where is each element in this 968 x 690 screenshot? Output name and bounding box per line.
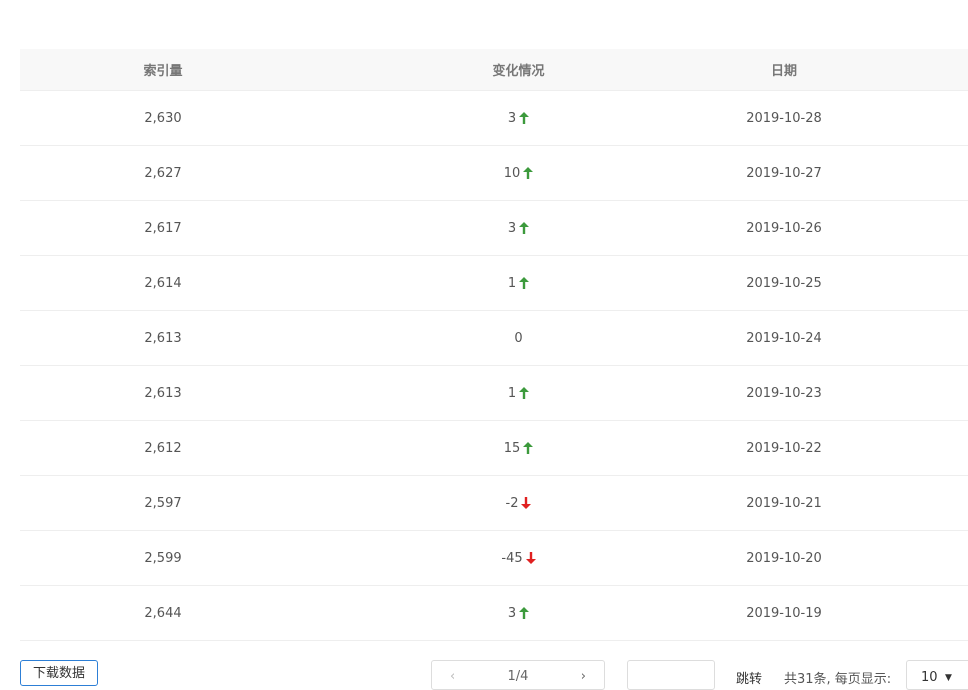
- index-cell: 2,613: [144, 330, 182, 346]
- date-cell: 2019-10-28: [746, 110, 822, 126]
- index-cell: 2,612: [144, 440, 182, 456]
- download-data-button[interactable]: 下载数据: [20, 660, 98, 686]
- table-row: 2,644 3 2019-10-19: [20, 586, 968, 641]
- change-value: 3: [507, 220, 517, 236]
- index-cell: 2,599: [144, 550, 182, 566]
- date-cell: 2019-10-19: [746, 605, 822, 621]
- date-cell: 2019-10-26: [746, 220, 822, 236]
- index-table: 索引量 变化情况 日期 2,630 3 2019-10-28 2,627 10 2019-…: [20, 49, 968, 641]
- header-change: 变化情况: [492, 64, 545, 79]
- table-row: 2,627 10 2019-10-27: [20, 146, 968, 201]
- date-cell: 2019-10-22: [746, 440, 822, 456]
- arrow-down-icon: [521, 497, 532, 509]
- index-cell: 2,627: [144, 165, 182, 181]
- table-row: 2,599 -45 2019-10-20: [20, 531, 968, 586]
- date-cell: 2019-10-21: [746, 495, 822, 511]
- change-value: -45: [501, 550, 523, 566]
- index-cell: 2,630: [144, 110, 182, 126]
- table-row: 2,612 15 2019-10-22: [20, 421, 968, 476]
- change-value: 1: [507, 275, 517, 291]
- change-value: 3: [507, 110, 517, 126]
- next-page-icon[interactable]: ›: [581, 669, 586, 684]
- change-cell: 10: [306, 166, 731, 181]
- date-cell: 2019-10-20: [746, 550, 822, 566]
- date-cell: 2019-10-23: [746, 385, 822, 401]
- arrow-up-icon: [523, 167, 534, 179]
- index-cell: 2,613: [144, 385, 182, 401]
- change-cell: 1: [306, 386, 731, 401]
- table-row: 2,613 0 2019-10-24: [20, 311, 968, 366]
- table-row: 2,597 -2 2019-10-21: [20, 476, 968, 531]
- index-cell: 2,614: [144, 275, 182, 291]
- table-row: 2,630 3 2019-10-28: [20, 91, 968, 146]
- change-value: 10: [503, 165, 521, 181]
- change-value: -2: [505, 495, 519, 511]
- index-cell: 2,617: [144, 220, 182, 236]
- chevron-down-icon: ▼: [945, 673, 952, 683]
- change-value: 1: [507, 385, 517, 401]
- arrow-down-icon: [525, 552, 536, 564]
- table-row: 2,614 1 2019-10-25: [20, 256, 968, 311]
- date-cell: 2019-10-25: [746, 275, 822, 291]
- table-row: 2,617 3 2019-10-26: [20, 201, 968, 256]
- arrow-up-icon: [519, 387, 530, 399]
- total-count: 共31条, 每页显示:: [784, 672, 892, 687]
- arrow-up-icon: [519, 112, 530, 124]
- table-row: 2,613 1 2019-10-23: [20, 366, 968, 421]
- header-index: 索引量: [143, 64, 183, 79]
- table-header: 索引量 变化情况 日期: [20, 49, 968, 91]
- pagination: ‹ 1/4 ›: [431, 660, 605, 690]
- goto-page-input[interactable]: [627, 660, 715, 690]
- change-cell: 15: [306, 441, 731, 456]
- change-cell: 3: [306, 221, 731, 236]
- index-cell: 2,597: [144, 495, 182, 511]
- arrow-up-icon: [523, 442, 534, 454]
- change-cell: 3: [306, 606, 731, 621]
- arrow-up-icon: [519, 607, 530, 619]
- page-size-value: 10: [921, 670, 938, 685]
- header-date: 日期: [770, 64, 797, 79]
- page-indicator: 1/4: [507, 669, 529, 684]
- change-value: 0: [514, 330, 523, 346]
- arrow-up-icon: [519, 222, 530, 234]
- change-value: 3: [507, 605, 517, 621]
- date-cell: 2019-10-24: [746, 330, 822, 346]
- change-cell: -45: [306, 551, 731, 566]
- change-value: 15: [503, 440, 521, 456]
- arrow-up-icon: [519, 277, 530, 289]
- change-cell: -2: [306, 496, 731, 511]
- date-cell: 2019-10-27: [746, 165, 822, 181]
- table-body: 2,630 3 2019-10-28 2,627 10 2019-10-27 2,617 3 2…: [20, 91, 968, 641]
- change-cell: 3: [306, 111, 731, 126]
- change-cell: 1: [306, 276, 731, 291]
- page-size-select[interactable]: 10 ▼: [906, 660, 968, 690]
- change-cell: 0: [306, 331, 731, 346]
- index-cell: 2,644: [144, 605, 182, 621]
- goto-button[interactable]: 跳转: [736, 668, 762, 687]
- table-footer: 下载数据 ‹ 1/4 › 跳转 共31条, 每页显示: 10 ▼: [0, 658, 968, 690]
